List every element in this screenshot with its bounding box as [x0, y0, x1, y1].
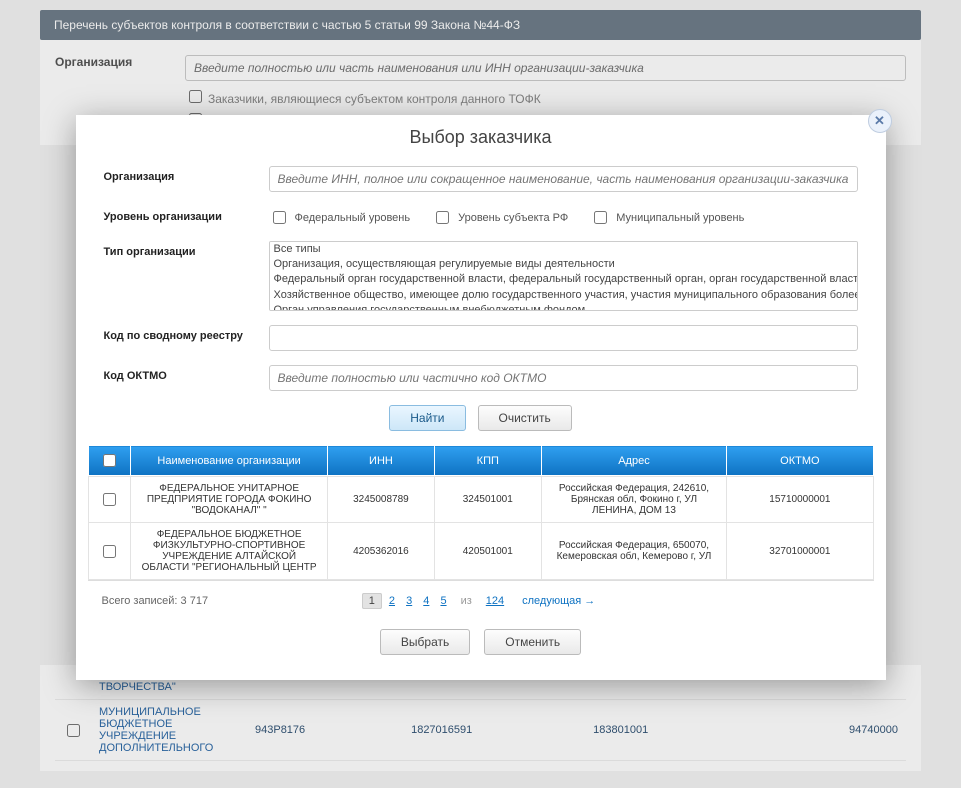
cell-name: ФЕДЕРАЛЬНОЕ БЮДЖЕТНОЕ ФИЗКУЛЬТУРНО-СПОРТ…: [131, 523, 328, 580]
pager-of: из: [461, 595, 472, 607]
level-regional-cb[interactable]: [436, 211, 449, 224]
table-row: ФЕДЕРАЛЬНОЕ УНИТАРНОЕ ПРЕДПРИЯТИЕ ГОРОДА…: [88, 477, 873, 523]
org-label: Организация: [104, 166, 269, 183]
customer-modal: ✕ Выбор заказчика Организация Уровень ор…: [76, 115, 886, 680]
table-row: ФЕДЕРАЛЬНОЕ БЮДЖЕТНОЕ ФИЗКУЛЬТУРНО-СПОРТ…: [88, 523, 873, 580]
cell-oktmo: 15710000001: [727, 477, 873, 523]
total-records: Всего записей: 3 717: [102, 595, 209, 607]
org-type-select[interactable]: Все типыОрганизация, осуществляющая регу…: [269, 241, 858, 311]
close-icon[interactable]: ✕: [868, 109, 892, 133]
oktmo-label: Код ОКТМО: [104, 365, 269, 382]
cell-name: ФЕДЕРАЛЬНОЕ УНИТАРНОЕ ПРЕДПРИЯТИЕ ГОРОДА…: [131, 477, 328, 523]
col-inn-header: ИНН: [328, 446, 435, 476]
type-option[interactable]: Организация, осуществляющая регулируемые…: [270, 257, 857, 272]
cell-addr: Российская Федерация, 242610, Брянская о…: [541, 477, 727, 523]
level-regional-label: Уровень субъекта РФ: [458, 212, 568, 224]
level-label: Уровень организации: [104, 206, 269, 223]
type-option[interactable]: Все типы: [270, 242, 857, 257]
pager-next[interactable]: следующая →: [518, 595, 599, 607]
cell-kpp: 420501001: [434, 523, 541, 580]
col-oktmo-header: ОКТМО: [727, 446, 873, 476]
level-municipal-label: Муниципальный уровень: [616, 212, 744, 224]
row-cb[interactable]: [103, 545, 116, 558]
cancel-button[interactable]: Отменить: [484, 629, 581, 655]
row-cb[interactable]: [103, 493, 116, 506]
page-4[interactable]: 4: [419, 595, 433, 607]
page-5[interactable]: 5: [436, 595, 450, 607]
cell-kpp: 324501001: [434, 477, 541, 523]
registry-code-input[interactable]: [269, 325, 858, 351]
col-name-header: Наименование организации: [131, 446, 328, 476]
code-label: Код по сводному реестру: [104, 325, 269, 342]
col-kpp-header: КПП: [434, 446, 541, 476]
type-option[interactable]: Федеральный орган государственной власти…: [270, 272, 857, 287]
pager-max[interactable]: 124: [482, 595, 508, 607]
level-federal-cb[interactable]: [273, 211, 286, 224]
level-federal-label: Федеральный уровень: [295, 212, 411, 224]
type-option[interactable]: Хозяйственное общество, имеющее долю гос…: [270, 288, 857, 303]
select-all-cb[interactable]: [103, 454, 116, 467]
page-1[interactable]: 1: [362, 593, 382, 609]
cell-inn: 4205362016: [328, 523, 435, 580]
col-checkbox-header[interactable]: [88, 446, 131, 476]
clear-button[interactable]: Очистить: [478, 405, 572, 431]
type-label: Тип организации: [104, 241, 269, 258]
level-municipal-cb[interactable]: [594, 211, 607, 224]
cell-inn: 3245008789: [328, 477, 435, 523]
col-addr-header: Адрес: [541, 446, 727, 476]
page-2[interactable]: 2: [385, 595, 399, 607]
find-button[interactable]: Найти: [389, 405, 465, 431]
select-button[interactable]: Выбрать: [380, 629, 470, 655]
org-input[interactable]: [269, 166, 858, 192]
modal-title: Выбор заказчика: [76, 127, 886, 148]
cell-addr: Российская Федерация, 650070, Кемеровска…: [541, 523, 727, 580]
oktmo-input[interactable]: [269, 365, 858, 391]
cell-oktmo: 32701000001: [727, 523, 873, 580]
type-option[interactable]: Орган управления государственным внебюдж…: [270, 303, 857, 311]
page-3[interactable]: 3: [402, 595, 416, 607]
